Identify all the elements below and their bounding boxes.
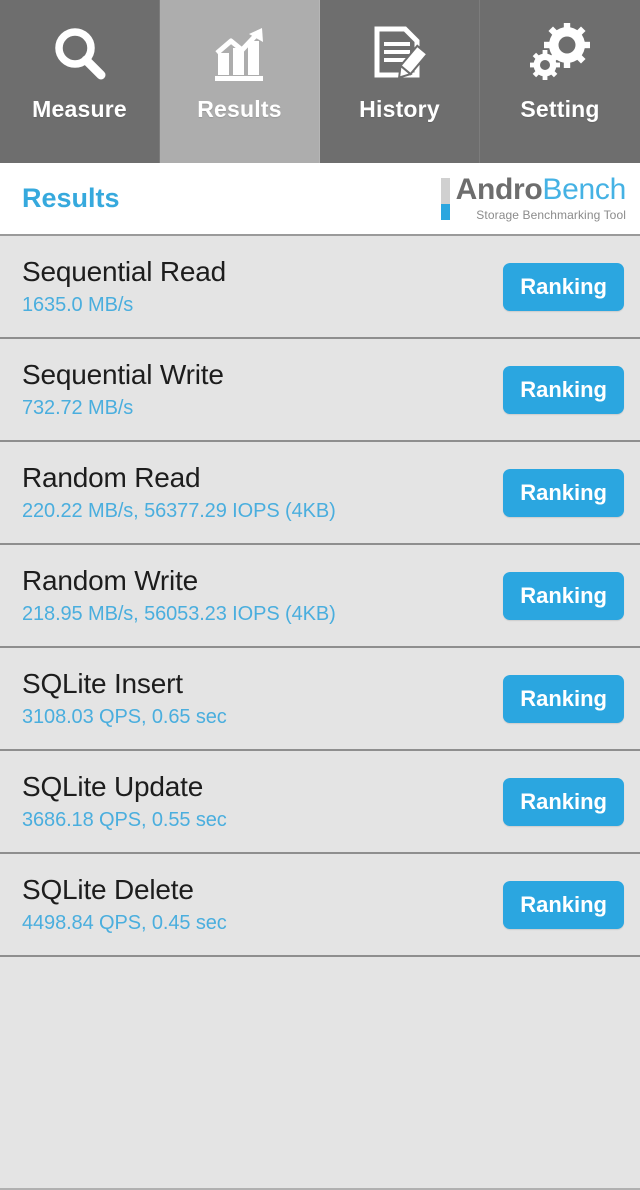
ranking-button[interactable]: Ranking <box>503 777 624 826</box>
document-pencil-icon <box>369 18 431 90</box>
benchmark-name: SQLite Insert <box>22 668 183 700</box>
results-list: Sequential Read 1635.0 MB/s Ranking Sequ… <box>0 236 640 1190</box>
gears-icon <box>529 18 591 90</box>
page-title: Results <box>22 183 120 213</box>
tab-history-label: History <box>359 96 440 122</box>
androbench-logo: AndroBench Storage Benchmarking Tool <box>440 173 627 223</box>
row-texts: Random Read 220.22 MB/s, 56377.29 IOPS (… <box>22 462 336 522</box>
table-row[interactable]: Random Write 218.95 MB/s, 56053.23 IOPS … <box>0 545 640 648</box>
tab-results[interactable]: Results <box>160 0 320 163</box>
benchmark-value: 4498.84 QPS, 0.45 sec <box>22 911 227 934</box>
ranking-button[interactable]: Ranking <box>503 880 624 929</box>
benchmark-value: 1635.0 MB/s <box>22 293 134 316</box>
table-row[interactable]: SQLite Delete 4498.84 QPS, 0.45 sec Rank… <box>0 854 640 957</box>
benchmark-name: SQLite Delete <box>22 874 194 906</box>
logo-andro: Andro <box>455 173 543 206</box>
table-row[interactable]: Random Read 220.22 MB/s, 56377.29 IOPS (… <box>0 442 640 545</box>
table-row[interactable]: SQLite Update 3686.18 QPS, 0.55 sec Rank… <box>0 751 640 854</box>
benchmark-value: 3108.03 QPS, 0.65 sec <box>22 705 227 728</box>
tab-history[interactable]: History <box>320 0 480 163</box>
row-texts: SQLite Insert 3108.03 QPS, 0.65 sec <box>22 668 227 728</box>
logo-bar-icon <box>440 178 450 220</box>
tab-measure-label: Measure <box>32 96 127 122</box>
table-row[interactable]: Sequential Write 732.72 MB/s Ranking <box>0 339 640 442</box>
search-icon <box>49 18 111 90</box>
benchmark-value: 218.95 MB/s, 56053.23 IOPS (4KB) <box>22 602 336 625</box>
tab-measure[interactable]: Measure <box>0 0 160 163</box>
row-texts: Random Write 218.95 MB/s, 56053.23 IOPS … <box>22 565 336 625</box>
main-tab-bar: Measure Results History Setting <box>0 0 640 163</box>
benchmark-name: Sequential Read <box>22 256 227 288</box>
benchmark-name: Random Read <box>22 462 201 494</box>
page-header: Results AndroBench Storage Benchmarking … <box>0 163 640 236</box>
benchmark-value: 3686.18 QPS, 0.55 sec <box>22 808 227 831</box>
ranking-button[interactable]: Ranking <box>503 468 624 517</box>
table-row[interactable]: SQLite Insert 3108.03 QPS, 0.65 sec Rank… <box>0 648 640 751</box>
benchmark-name: Random Write <box>22 565 199 597</box>
benchmark-name: SQLite Update <box>22 771 204 803</box>
tab-setting[interactable]: Setting <box>480 0 640 163</box>
benchmark-value: 220.22 MB/s, 56377.29 IOPS (4KB) <box>22 499 336 522</box>
tab-setting-label: Setting <box>520 96 600 122</box>
logo-text: AndroBench Storage Benchmarking Tool <box>455 173 627 223</box>
chart-icon <box>209 18 271 90</box>
ranking-button[interactable]: Ranking <box>503 674 624 723</box>
logo-subtitle: Storage Benchmarking Tool <box>476 208 626 222</box>
row-texts: SQLite Delete 4498.84 QPS, 0.45 sec <box>22 874 227 934</box>
ranking-button[interactable]: Ranking <box>503 262 624 311</box>
ranking-button[interactable]: Ranking <box>503 365 624 414</box>
ranking-button[interactable]: Ranking <box>503 571 624 620</box>
logo-wordmark: AndroBench <box>455 173 627 206</box>
row-texts: SQLite Update 3686.18 QPS, 0.55 sec <box>22 771 227 831</box>
benchmark-name: Sequential Write <box>22 359 224 391</box>
androbench-app: Measure Results History Setting Results … <box>0 0 640 1190</box>
benchmark-value: 732.72 MB/s <box>22 396 134 419</box>
table-row[interactable]: Sequential Read 1635.0 MB/s Ranking <box>0 236 640 339</box>
row-texts: Sequential Read 1635.0 MB/s <box>22 256 226 316</box>
row-texts: Sequential Write 732.72 MB/s <box>22 359 224 419</box>
logo-bench: Bench <box>542 173 626 206</box>
tab-results-label: Results <box>197 96 282 122</box>
